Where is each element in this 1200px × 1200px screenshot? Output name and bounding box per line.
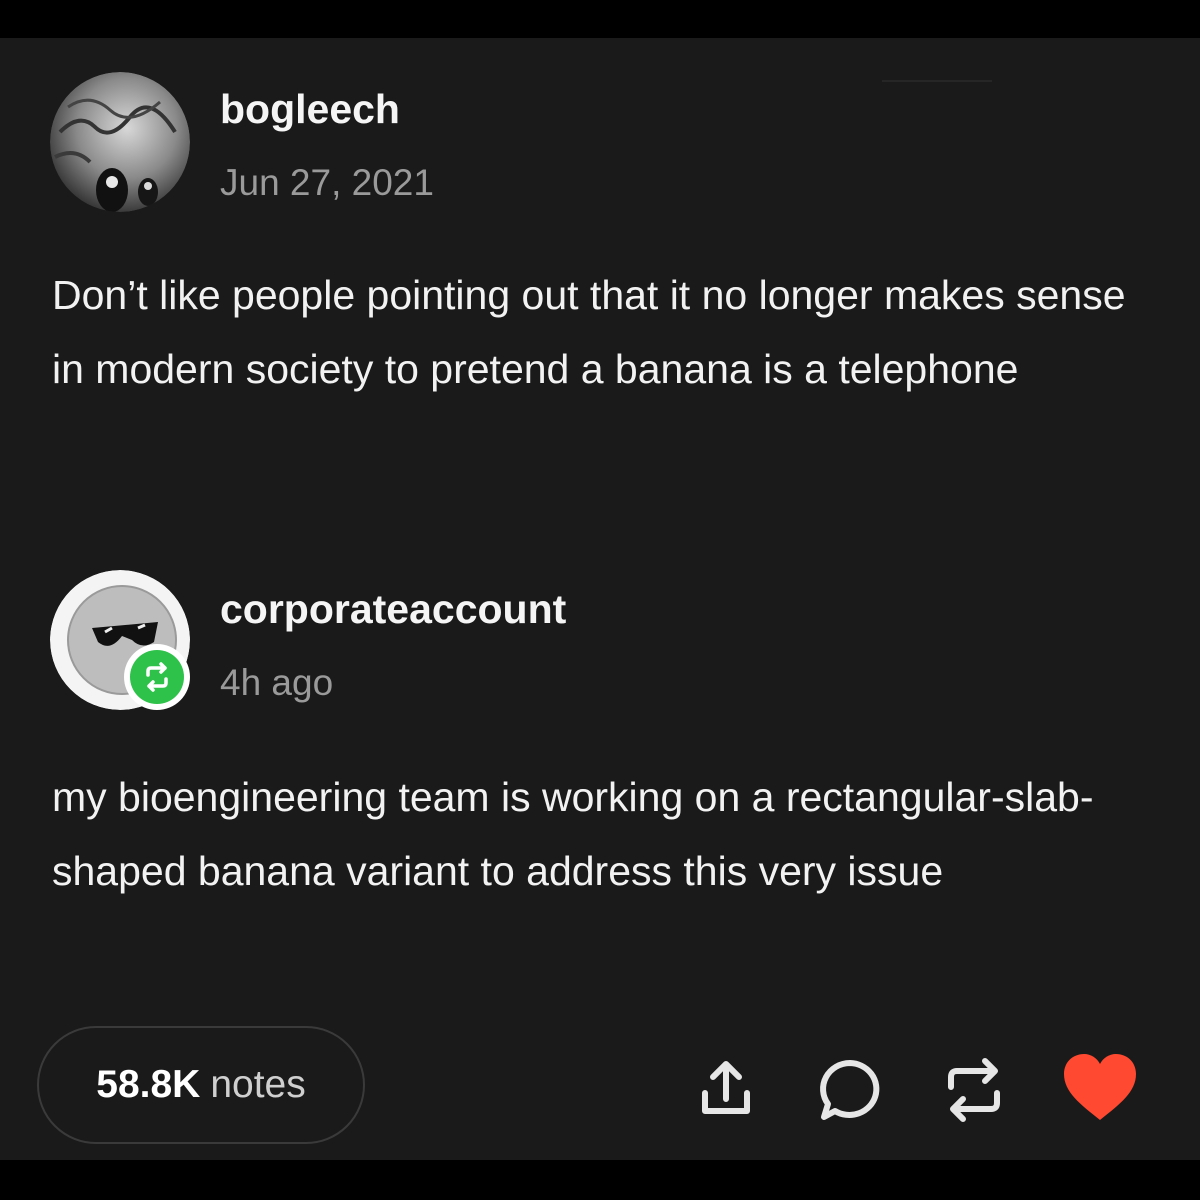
post-username[interactable]: bogleech	[220, 86, 400, 133]
reblog-time: 4h ago	[220, 662, 334, 703]
reblog-username[interactable]: corporateaccount	[220, 586, 566, 633]
reblog-icon	[130, 650, 184, 704]
notes-button[interactable]: 58.8K notes	[37, 1026, 365, 1144]
reblog-icon	[948, 1058, 1000, 1122]
heart-icon	[1064, 1054, 1136, 1120]
reblog-button[interactable]	[934, 1050, 1014, 1130]
reply-button[interactable]	[810, 1050, 890, 1130]
reply-icon	[820, 1060, 880, 1120]
notes-label: notes	[210, 1063, 306, 1106]
like-button[interactable]	[1060, 1048, 1140, 1128]
post-body: Don’t like people pointing out that it n…	[52, 272, 1126, 392]
notes-count: 58.8K	[96, 1063, 201, 1106]
share-button[interactable]	[686, 1048, 766, 1128]
avatar-image	[50, 72, 190, 212]
share-icon	[702, 1061, 750, 1114]
post-date: Jun 27, 2021	[220, 162, 434, 203]
reblog-badge	[124, 644, 190, 710]
reblog-body: my bioengineering team is working on a r…	[52, 774, 1094, 894]
post-card: bogleech Jun 27, 2021 Don’t like people …	[0, 38, 1200, 1160]
divider	[882, 80, 992, 82]
avatar-bogleech[interactable]	[50, 72, 190, 212]
